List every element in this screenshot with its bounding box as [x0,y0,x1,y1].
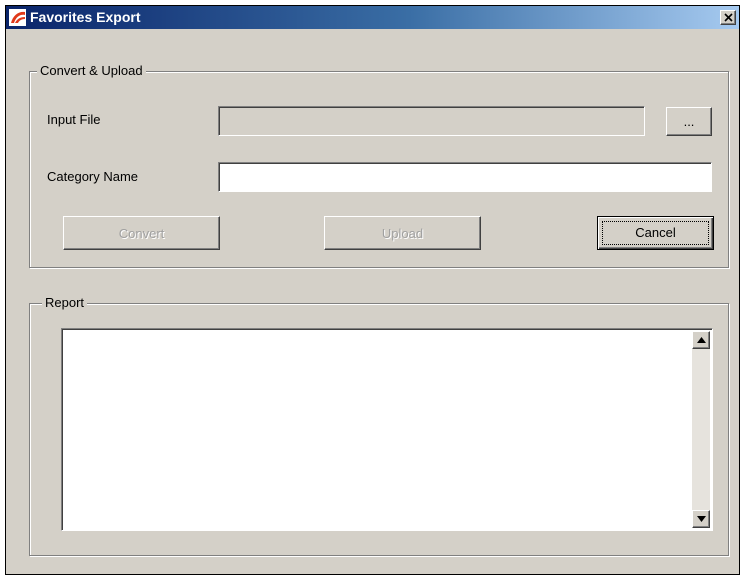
cancel-button[interactable]: Cancel [597,216,714,250]
report-scrollbar[interactable] [692,331,710,528]
cancel-button-label: Cancel [635,225,676,240]
upload-button[interactable]: Upload [324,216,481,250]
input-file-field[interactable] [218,106,645,136]
convert-button[interactable]: Convert [63,216,220,250]
arrow-down-icon [697,516,706,522]
scroll-up-button[interactable] [692,331,710,349]
window-title: Favorites Export [30,9,141,25]
arrow-up-icon [697,337,706,343]
scroll-down-button[interactable] [692,510,710,528]
title-bar[interactable]: Favorites Export [6,6,739,29]
report-textarea[interactable] [61,328,713,531]
category-name-field[interactable] [218,162,712,192]
category-name-label: Category Name [47,169,139,184]
app-logo-icon [9,9,26,26]
close-button[interactable] [720,10,736,25]
close-icon [724,13,733,22]
favorites-export-dialog: Favorites Export Convert & Upload Input … [5,5,740,575]
convert-upload-legend: Convert & Upload [37,63,146,79]
browse-button[interactable]: ... [666,107,712,136]
report-legend: Report [42,295,88,311]
input-file-label: Input File [47,112,101,127]
